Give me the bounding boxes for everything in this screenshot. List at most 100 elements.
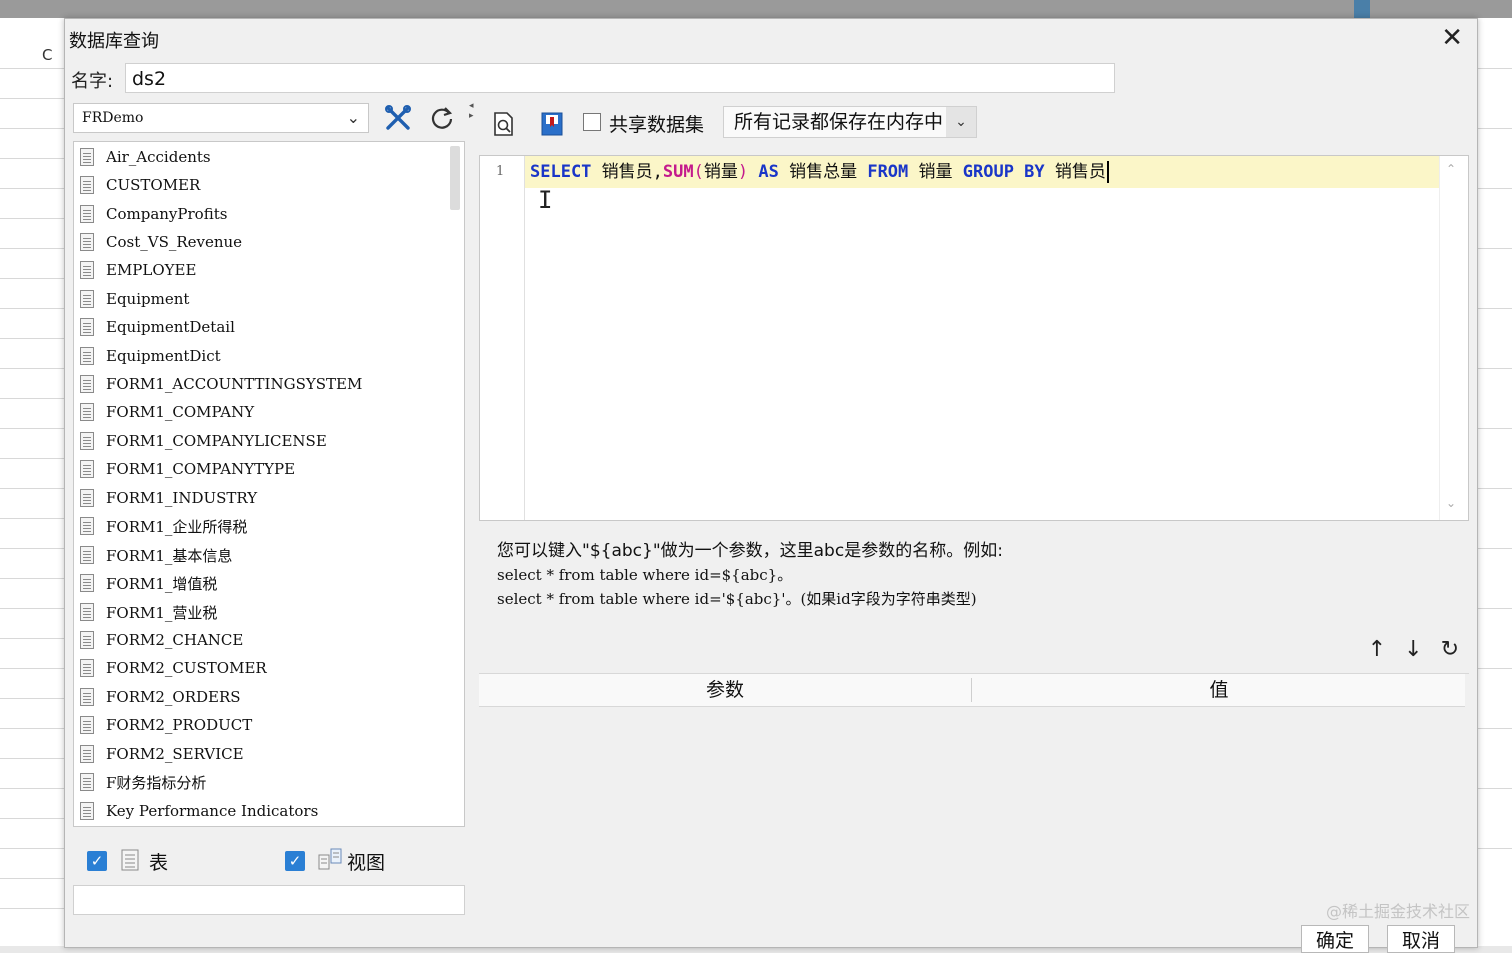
table-item[interactable]: FORM2_CHANCE <box>80 627 243 653</box>
table-item-label: FORM1_COMPANYTYPE <box>106 460 296 478</box>
show-views-checkbox[interactable]: ✓ <box>285 851 305 871</box>
show-tables-label: 表 <box>149 852 169 874</box>
scroll-up-icon[interactable]: ⌃ <box>1446 162 1456 176</box>
table-item-label: EquipmentDict <box>106 347 221 365</box>
sql-keyword: SELECT <box>530 162 592 182</box>
table-item[interactable]: FORM2_SERVICE <box>80 741 244 767</box>
table-item-label: FORM2_CHANCE <box>106 631 244 649</box>
table-icon <box>80 773 94 791</box>
sql-text: 销售员, <box>591 162 663 182</box>
table-icon <box>80 574 94 592</box>
column-header-param[interactable]: 参数 <box>479 674 971 706</box>
table-item[interactable]: FORM1_COMPANYTYPE <box>80 456 295 482</box>
table-item-label: FORM2_CUSTOMER <box>106 659 267 677</box>
column-header-value[interactable]: 值 <box>973 674 1465 706</box>
table-icon <box>80 688 94 706</box>
preview-icon <box>494 112 513 136</box>
table-item-label: CUSTOMER <box>106 176 201 194</box>
name-label: 名字: <box>71 71 114 92</box>
table-icon <box>80 716 94 734</box>
table-icon <box>80 233 94 251</box>
table-item-label: FORM1_企业所得税 <box>106 517 248 536</box>
move-up-icon[interactable]: ↑ <box>1368 637 1386 667</box>
table-icon <box>80 432 94 450</box>
preview-button[interactable] <box>489 109 519 139</box>
table-icon <box>80 603 94 621</box>
column-divider[interactable] <box>971 678 972 702</box>
hint-line-1: 您可以键入"${abc}"做为一个参数，这里abc是参数的名称。例如: <box>497 541 1003 561</box>
table-icon <box>80 517 94 535</box>
table-icon <box>80 802 94 820</box>
table-item[interactable]: FORM2_CUSTOMER <box>80 655 267 681</box>
move-down-icon[interactable]: ↓ <box>1404 637 1422 667</box>
table-item[interactable]: FORM1_基本信息 <box>80 542 232 568</box>
background-spreadsheet-left: C <box>0 18 64 946</box>
table-item[interactable]: EquipmentDict <box>80 343 221 369</box>
table-item[interactable]: FORM1_COMPANYLICENSE <box>80 428 327 454</box>
cache-mode-select[interactable]: 所有记录都保存在内存中 ⌄ <box>723 106 977 138</box>
splitter-handle[interactable]: ◂ ▸ <box>469 101 475 131</box>
table-item[interactable]: Key Performance Indicators <box>80 798 318 824</box>
table-icon <box>80 290 94 308</box>
table-item[interactable]: FORM1_企业所得税 <box>80 513 247 539</box>
sql-keyword: FROM <box>867 162 909 182</box>
close-icon: ✕ <box>1441 23 1463 53</box>
table-item[interactable]: FORM1_增值税 <box>80 570 217 596</box>
name-input[interactable]: ds2 <box>125 63 1115 93</box>
background-spreadsheet-right <box>1476 18 1512 946</box>
table-item[interactable]: F财务指标分析 <box>80 769 206 795</box>
table-item-label: FORM1_营业税 <box>106 603 218 622</box>
sql-editor[interactable]: 1 SELECT 销售员,SUM(销量) AS 销售总量 FROM 销量 GRO… <box>479 155 1469 521</box>
table-item-label: FORM2_PRODUCT <box>106 716 253 734</box>
table-item-label: FORM1_COMPANY <box>106 403 255 421</box>
close-button[interactable]: ✕ <box>1441 23 1463 53</box>
cancel-button[interactable]: 取消 <box>1387 925 1455 953</box>
parameter-tools: ↑ ↓ ↻ <box>1368 637 1459 667</box>
text-caret <box>1106 161 1109 183</box>
show-tables-checkbox[interactable]: ✓ <box>87 851 107 871</box>
connection-settings-button[interactable] <box>383 103 413 133</box>
table-item-label: FORM1_ACCOUNTTINGSYSTEM <box>106 375 363 393</box>
table-item[interactable]: EMPLOYEE <box>80 257 196 283</box>
table-search-input[interactable] <box>73 885 465 915</box>
table-item-label: Key Performance Indicators <box>106 802 319 820</box>
share-dataset-checkbox[interactable] <box>583 113 601 131</box>
table-item[interactable]: CUSTOMER <box>80 172 200 198</box>
sql-function: SUM <box>662 162 694 182</box>
table-item[interactable]: FORM1_INDUSTRY <box>80 485 257 511</box>
query-panel: 共享数据集 所有记录都保存在内存中 ⌄ 1 SELECT 销售员,SUM(销量)… <box>479 101 1469 930</box>
table-icon <box>80 631 94 649</box>
table-item[interactable]: FORM1_COMPANY <box>80 399 254 425</box>
refresh-tables-button[interactable] <box>427 103 457 133</box>
table-icon <box>80 546 94 564</box>
tree-scrollbar[interactable] <box>450 146 460 210</box>
editor-scrollbar[interactable]: ⌃ ⌄ <box>1439 156 1468 520</box>
table-item[interactable]: Equipment <box>80 286 189 312</box>
table-icon <box>80 460 94 478</box>
table-item[interactable]: Air_Accidents <box>80 144 211 170</box>
refresh-parameters-icon[interactable]: ↻ <box>1441 637 1459 667</box>
datasource-select[interactable]: FRDemo ⌄ <box>73 103 369 133</box>
sql-paren: ( <box>693 162 704 182</box>
sql-keyword: AS <box>748 162 790 182</box>
table-item[interactable]: Cost_VS_Revenue <box>80 229 242 255</box>
table-item[interactable]: FORM1_营业税 <box>80 599 217 625</box>
chevron-down-icon: ⌄ <box>346 108 360 127</box>
table-item[interactable]: FORM1_ACCOUNTTINGSYSTEM <box>80 371 362 397</box>
table-item-label: FORM1_增值税 <box>106 574 218 593</box>
save-query-button[interactable] <box>537 109 567 139</box>
background-title-bar <box>0 0 1512 18</box>
table-item[interactable]: FORM2_ORDERS <box>80 684 241 710</box>
tools-icon <box>385 105 411 130</box>
table-type-icon <box>121 849 139 871</box>
datasource-panel: FRDemo ⌄ Air_Accidents CUSTOMER CompanyP… <box>71 101 469 929</box>
ok-button[interactable]: 确定 <box>1301 925 1369 953</box>
table-item[interactable]: CompanyProfits <box>80 201 227 227</box>
table-item[interactable]: EquipmentDetail <box>80 314 235 340</box>
parameter-table: 参数 值 <box>479 673 1469 930</box>
scroll-down-icon[interactable]: ⌄ <box>1446 496 1456 510</box>
dialog-title: 数据库查询 <box>69 31 159 52</box>
sql-keyword: GROUP BY <box>962 162 1045 182</box>
sql-code: SELECT 销售员,SUM(销量) AS 销售总量 FROM 销量 GROUP… <box>530 161 1109 183</box>
table-item[interactable]: FORM2_PRODUCT <box>80 712 252 738</box>
